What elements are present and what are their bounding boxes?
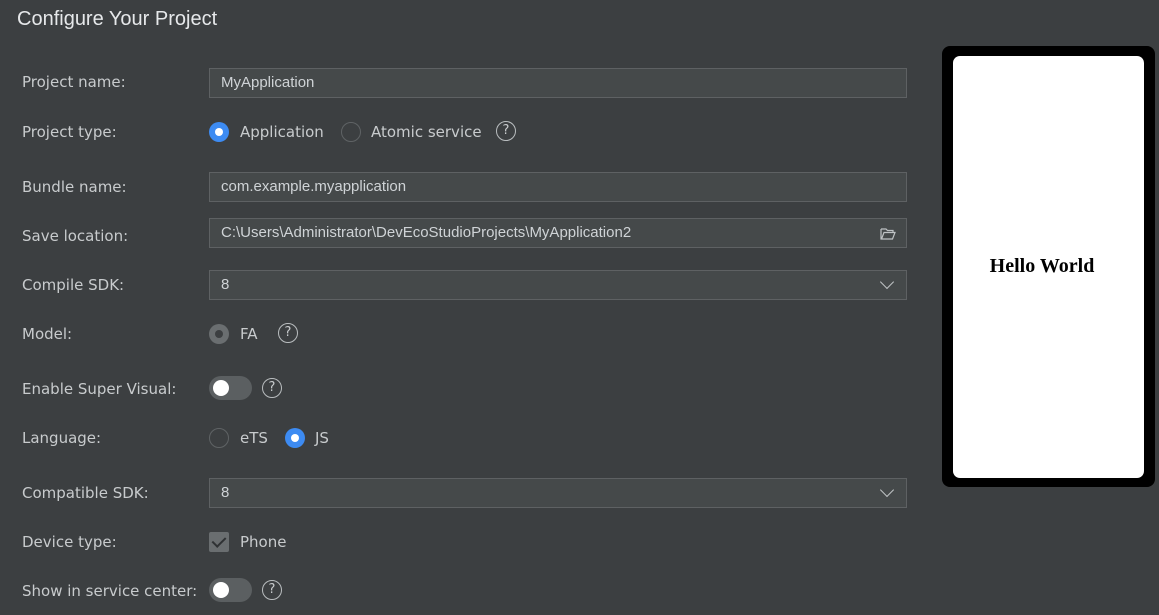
- compatible-sdk-label: Compatible SDK:: [22, 484, 149, 502]
- atomic-service-radio[interactable]: [341, 122, 361, 142]
- service-center-toggle[interactable]: [209, 578, 252, 602]
- bundle-name-label: Bundle name:: [22, 178, 127, 196]
- fa-radio-label[interactable]: FA: [240, 325, 258, 343]
- phone-checkbox-label[interactable]: Phone: [240, 533, 286, 551]
- service-center-label: Show in service center:: [22, 582, 198, 600]
- page-title: Configure Your Project: [17, 8, 218, 30]
- project-name-label: Project name:: [22, 73, 126, 91]
- compatible-sdk-value: 8: [221, 484, 230, 501]
- phone-checkbox[interactable]: [209, 532, 229, 552]
- bundle-name-input[interactable]: com.example.myapplication: [209, 172, 907, 202]
- ets-radio-label[interactable]: eTS: [240, 429, 268, 447]
- compile-sdk-value: 8: [221, 276, 230, 293]
- super-visual-label: Enable Super Visual:: [22, 380, 177, 398]
- preview-text: Hello World: [989, 255, 1095, 277]
- language-label: Language:: [22, 429, 102, 447]
- super-visual-help-icon[interactable]: ?: [262, 378, 282, 398]
- fa-radio[interactable]: [209, 324, 229, 344]
- application-radio[interactable]: [209, 122, 229, 142]
- save-location-value: C:\Users\Administrator\DevEcoStudioProje…: [221, 224, 632, 241]
- compile-sdk-label: Compile SDK:: [22, 276, 125, 294]
- atomic-service-radio-label[interactable]: Atomic service: [371, 123, 482, 141]
- device-type-label: Device type:: [22, 533, 117, 551]
- save-location-label: Save location:: [22, 227, 129, 245]
- ets-radio[interactable]: [209, 428, 229, 448]
- js-radio[interactable]: [285, 428, 305, 448]
- phone-screen: Hello World: [953, 56, 1144, 478]
- folder-icon[interactable]: [880, 227, 896, 240]
- model-label: Model:: [22, 325, 73, 343]
- compatible-sdk-select[interactable]: 8: [209, 478, 907, 508]
- chevron-down-icon: [879, 482, 895, 498]
- phone-preview: Hello World: [942, 46, 1155, 487]
- js-radio-label[interactable]: JS: [315, 429, 329, 447]
- project-name-input[interactable]: MyApplication: [209, 68, 907, 98]
- service-center-help-icon[interactable]: ?: [262, 580, 282, 600]
- project-type-help-icon[interactable]: ?: [496, 121, 516, 141]
- chevron-down-icon: [879, 274, 895, 290]
- model-help-icon[interactable]: ?: [278, 323, 298, 343]
- application-radio-label[interactable]: Application: [240, 123, 324, 141]
- bundle-name-value: com.example.myapplication: [221, 178, 407, 195]
- project-type-label: Project type:: [22, 123, 117, 141]
- compile-sdk-select[interactable]: 8: [209, 270, 907, 300]
- save-location-input[interactable]: C:\Users\Administrator\DevEcoStudioProje…: [209, 218, 907, 248]
- project-name-value: MyApplication: [221, 74, 315, 91]
- super-visual-toggle[interactable]: [209, 376, 252, 400]
